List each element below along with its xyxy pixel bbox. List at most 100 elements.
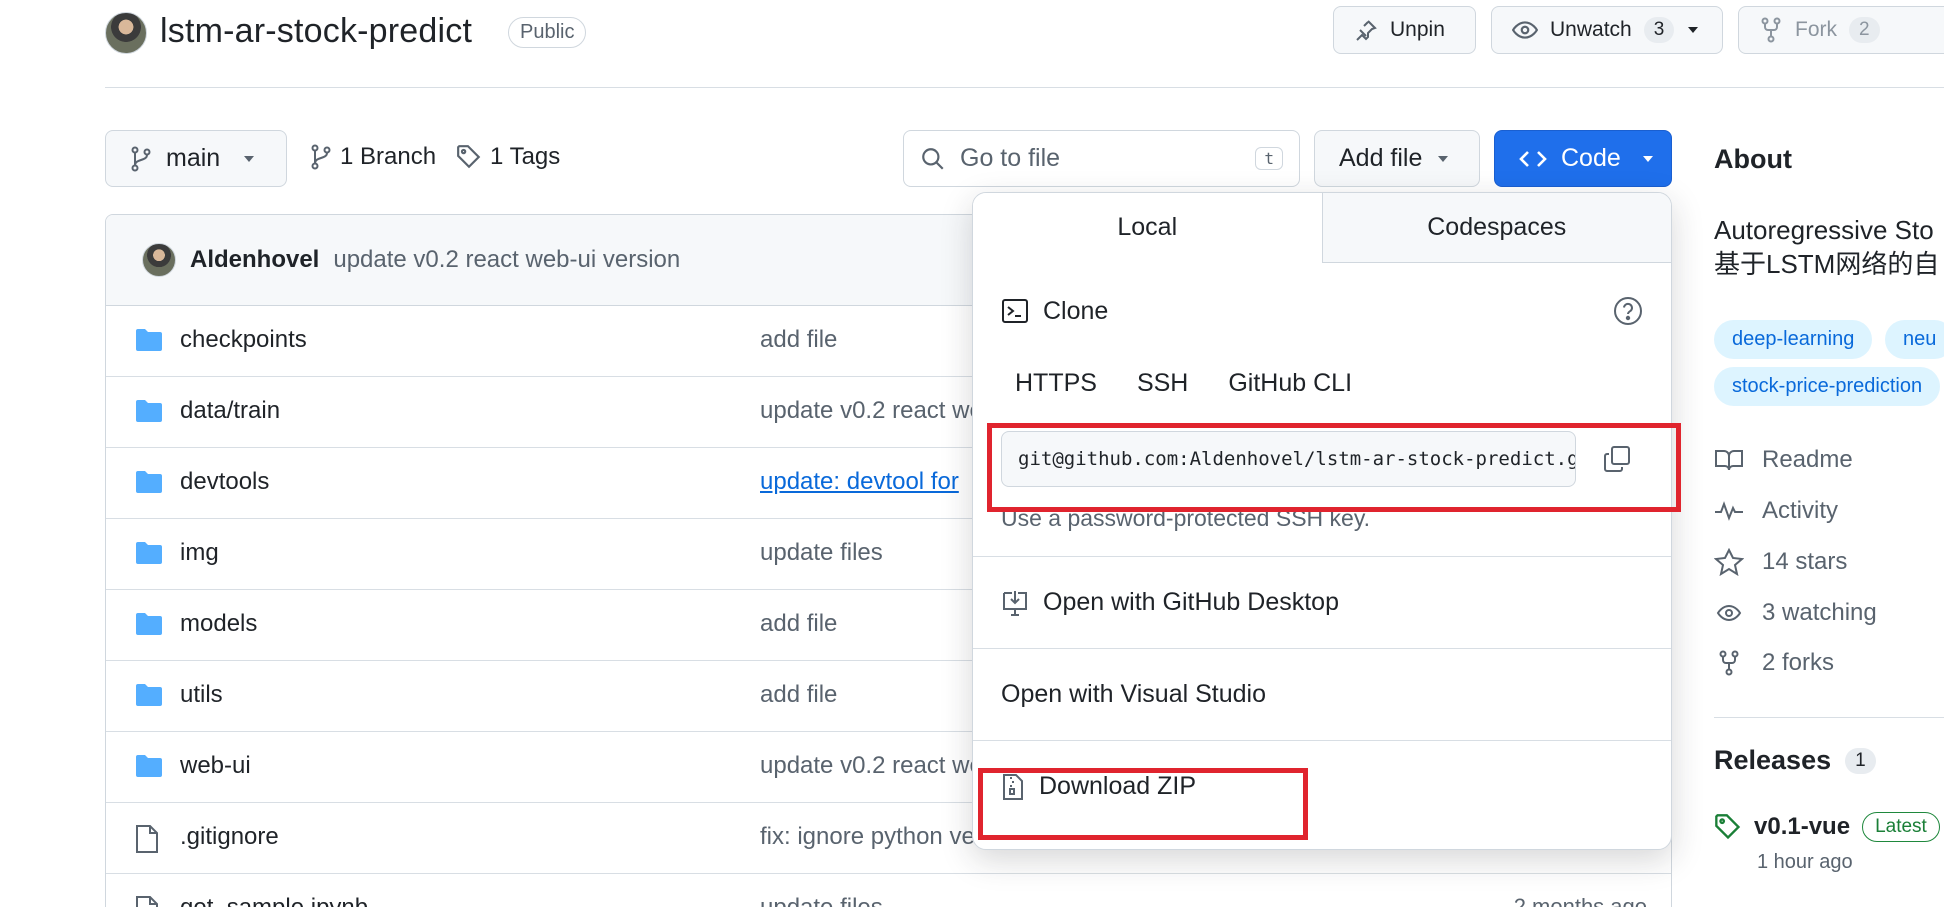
about-heading: About <box>1714 144 1792 174</box>
file-commit-message[interactable]: update v0.2 react we <box>760 397 983 425</box>
file-name[interactable]: models <box>180 610 257 638</box>
file-commit-message[interactable]: update files <box>760 894 883 907</box>
folder-icon <box>134 398 164 424</box>
file-name[interactable]: devtools <box>180 468 269 496</box>
folder-icon <box>134 469 164 495</box>
file-commit-message[interactable]: update: devtool for <box>760 468 959 496</box>
folder-icon <box>134 327 164 353</box>
releases-heading[interactable]: Releases 1 <box>1714 745 1876 776</box>
book-icon <box>1714 448 1744 472</box>
terminal-icon <box>1001 298 1029 324</box>
star-icon <box>1714 548 1744 576</box>
add-file-button[interactable]: Add file <box>1314 130 1480 187</box>
file-commit-message[interactable]: add file <box>760 326 837 354</box>
releases-count: 1 <box>1845 747 1876 774</box>
readme-label: Readme <box>1762 446 1853 473</box>
branch-name: main <box>166 144 221 172</box>
chevron-down-icon <box>242 154 256 164</box>
code-icon <box>1519 148 1547 170</box>
search-shortcut: t <box>1255 147 1283 170</box>
file-commit-message[interactable]: fix: ignore python ve <box>760 823 975 851</box>
owner-avatar[interactable] <box>105 12 147 54</box>
tab-ssh[interactable]: SSH <box>1123 359 1202 407</box>
tab-local[interactable]: Local <box>973 193 1322 263</box>
file-name[interactable]: img <box>180 539 219 567</box>
file-commit-message[interactable]: update files <box>760 539 883 567</box>
pin-icon <box>1354 18 1378 42</box>
open-vs-label: Open with Visual Studio <box>1001 680 1266 708</box>
code-popover: Local Codespaces Clone HTTPS SSH GitHub … <box>972 192 1672 850</box>
activity-label: Activity <box>1762 497 1839 524</box>
file-row[interactable]: get_sample.ipynb update files 2 months ago <box>106 874 1671 907</box>
releases-title: Releases <box>1714 745 1832 775</box>
topic-stock-price-prediction[interactable]: stock-price-prediction <box>1714 367 1941 406</box>
folder-icon <box>134 611 164 637</box>
file-commit-message[interactable]: add file <box>760 681 837 709</box>
highlight-download-zip <box>978 768 1308 840</box>
file-icon <box>134 824 160 854</box>
open-desktop-label: Open with GitHub Desktop <box>1043 588 1339 616</box>
readme-link[interactable]: Readme <box>1714 446 1853 474</box>
branch-selector[interactable]: main <box>105 130 287 187</box>
topic-deep-learning[interactable]: deep-learning <box>1714 320 1873 359</box>
branches-link[interactable]: 1 Branch <box>310 143 436 171</box>
fork-button[interactable]: Fork 2 <box>1738 6 1944 54</box>
tag-icon <box>1714 813 1742 841</box>
branches-count: 1 Branch <box>340 143 437 170</box>
chevron-down-icon <box>1686 25 1700 35</box>
file-name[interactable]: data/train <box>180 397 280 425</box>
watching-count: 3 watching <box>1762 599 1877 626</box>
clone-label: Clone <box>1043 296 1109 325</box>
folder-icon <box>134 753 164 779</box>
stars-link[interactable]: 14 stars <box>1714 548 1847 576</box>
eye-icon <box>1714 601 1744 625</box>
chevron-down-icon <box>1436 154 1450 164</box>
file-name[interactable]: .gitignore <box>180 823 279 851</box>
about-desc-line-1: Autoregressive Sto <box>1714 215 1934 245</box>
release-tag: v0.1-vue <box>1754 813 1851 840</box>
tags-count: 1 Tags <box>490 143 561 170</box>
help-icon[interactable] <box>1613 296 1643 326</box>
file-name[interactable]: web-ui <box>180 752 251 780</box>
repo-title[interactable]: lstm-ar-stock-predict <box>160 12 472 51</box>
fork-icon <box>1714 650 1744 676</box>
unpin-button[interactable]: Unpin <box>1333 6 1476 54</box>
unwatch-button[interactable]: Unwatch 3 <box>1491 6 1723 54</box>
tab-codespaces[interactable]: Codespaces <box>1321 193 1671 262</box>
chevron-down-icon <box>1641 154 1655 164</box>
topic-neu[interactable]: neu <box>1885 320 1944 359</box>
open-github-desktop[interactable]: Open with GitHub Desktop <box>973 556 1671 648</box>
file-name[interactable]: checkpoints <box>180 326 307 354</box>
commit-author[interactable]: Aldenhovel <box>190 246 319 274</box>
about-desc-line-2: 基于LSTM网络的自 <box>1714 249 1940 280</box>
fork-count: 2 <box>1849 17 1880 43</box>
author-avatar[interactable] <box>142 243 176 277</box>
activity-link[interactable]: Activity <box>1714 497 1838 525</box>
tab-https[interactable]: HTTPS <box>1001 359 1111 407</box>
search-icon <box>920 146 946 172</box>
eye-icon <box>1512 17 1538 43</box>
code-button[interactable]: Code <box>1494 130 1672 187</box>
release-item[interactable]: v0.1-vue Latest <box>1714 812 1940 842</box>
protocol-tabs: HTTPS SSH GitHub CLI <box>1001 359 1643 407</box>
unwatch-label: Unwatch <box>1550 18 1632 41</box>
file-name[interactable]: get_sample.ipynb <box>180 894 368 907</box>
watching-link[interactable]: 3 watching <box>1714 599 1877 627</box>
file-commit-message[interactable]: update v0.2 react we <box>760 752 983 780</box>
tab-github-cli[interactable]: GitHub CLI <box>1214 359 1366 407</box>
clone-header: Clone <box>1001 263 1643 359</box>
forks-link[interactable]: 2 forks <box>1714 649 1834 677</box>
visibility-badge: Public <box>508 17 587 48</box>
go-to-file-input[interactable]: Go to file t <box>903 130 1300 187</box>
fork-icon <box>1759 17 1783 43</box>
tags-link[interactable]: 1 Tags <box>456 143 560 171</box>
file-commit-message[interactable]: add file <box>760 610 837 638</box>
branch-icon <box>310 144 332 170</box>
commit-message[interactable]: update v0.2 react web-ui version <box>333 246 680 274</box>
popover-tabs: Local Codespaces <box>973 193 1671 263</box>
latest-badge: Latest <box>1862 812 1940 842</box>
desktop-download-icon <box>1001 589 1029 617</box>
open-visual-studio[interactable]: Open with Visual Studio <box>973 648 1671 740</box>
file-name[interactable]: utils <box>180 681 223 709</box>
highlight-clone-url <box>987 423 1681 512</box>
